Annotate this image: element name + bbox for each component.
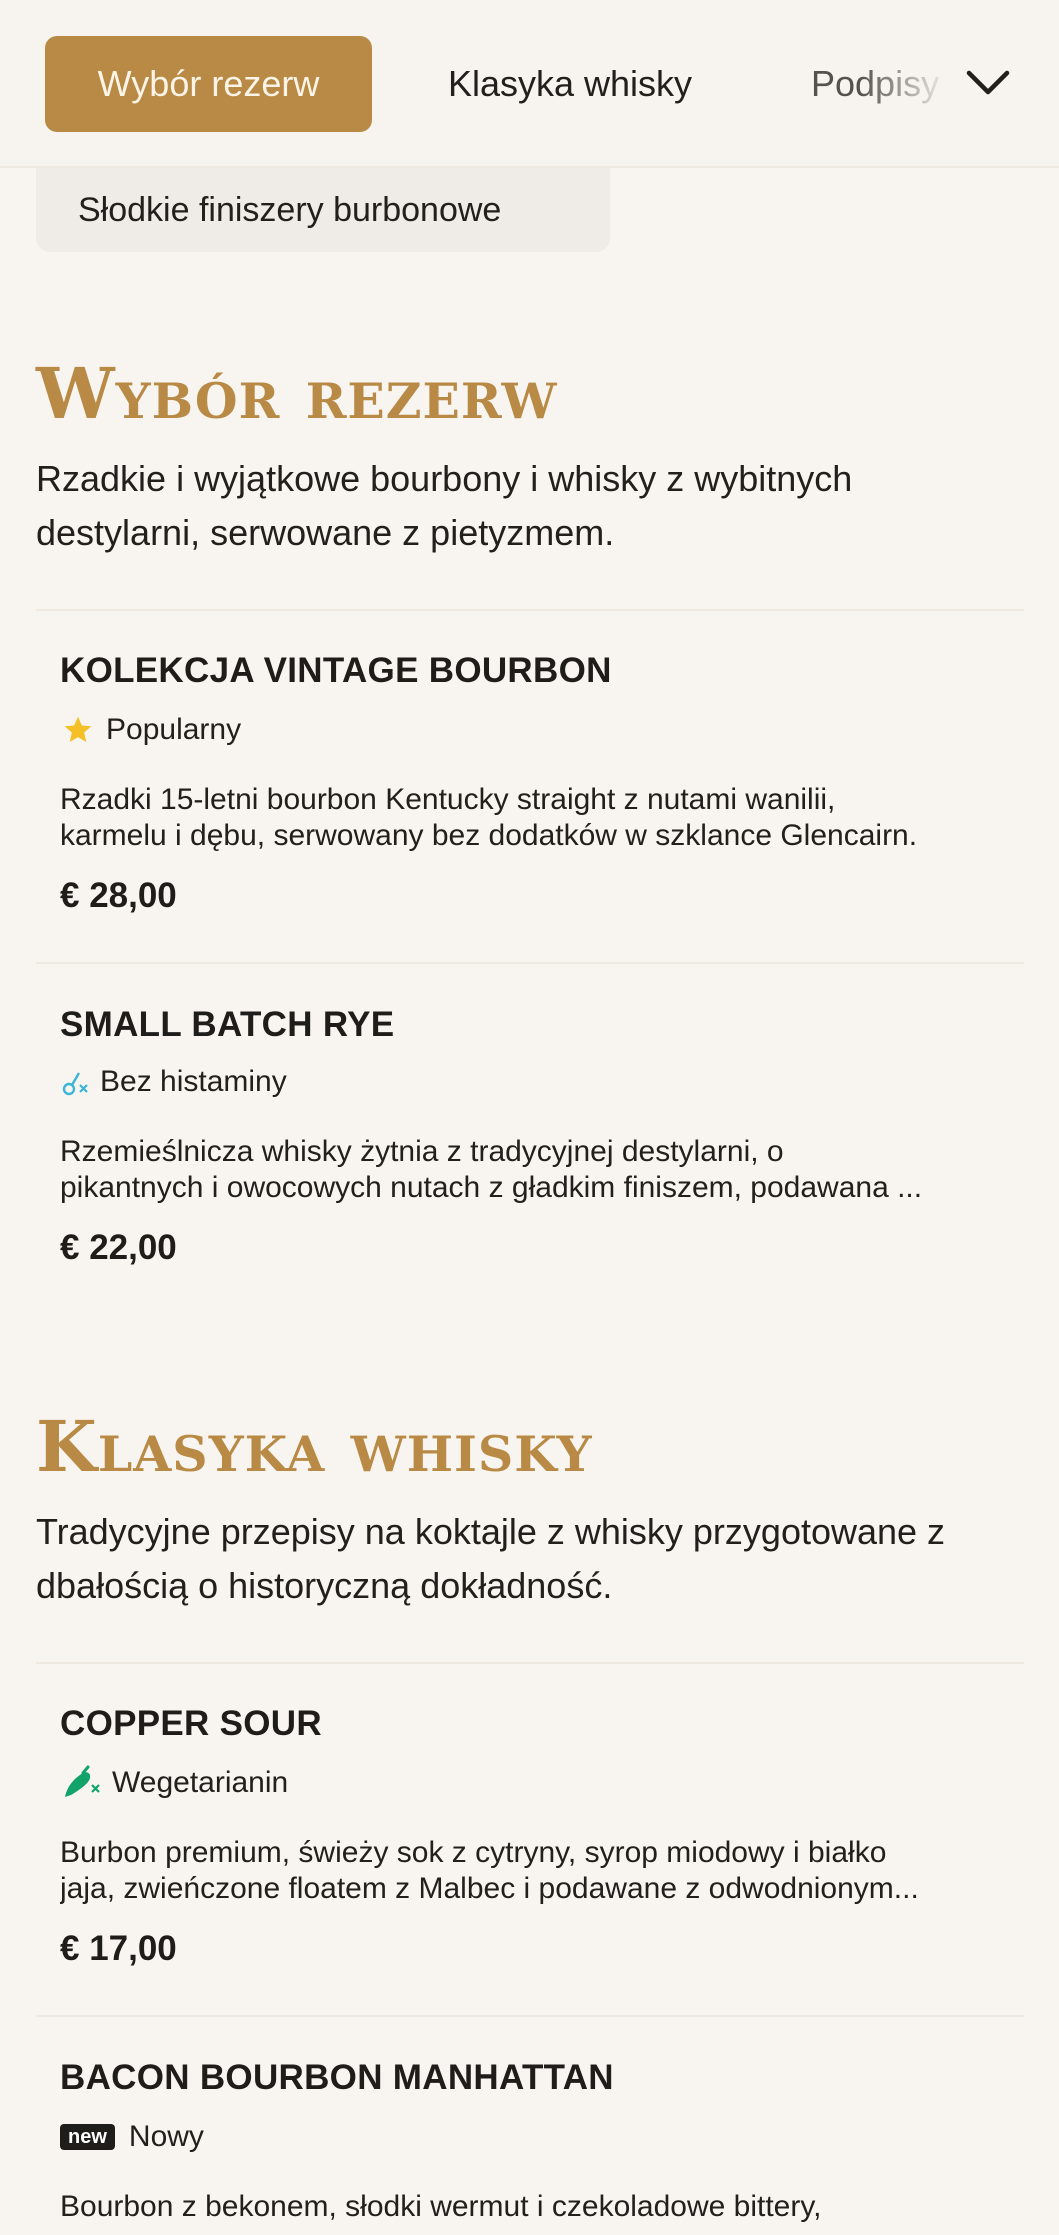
new-tag-icon: new [60, 2124, 115, 2150]
description-line: karmelu i dębu, serwowany bez dodatków w… [60, 819, 918, 852]
tab-reserve-selection[interactable]: Wybór rezerw [45, 36, 372, 132]
item-price: € 22,00 [60, 1228, 177, 1267]
histamine-free-icon [60, 1064, 90, 1100]
item-name: COPPER SOUR [60, 1704, 322, 1743]
description-line: jaja, zwieńczone floatem z Malbec i poda… [60, 1872, 919, 1905]
description-line: Rzemieślnicza whisky żytnia z tradycyjne… [60, 1135, 784, 1168]
item-description: Rzemieślnicza whisky żytnia z tradycyjne… [60, 1134, 1010, 1206]
filter-chip-sweet-bourbon-finishers[interactable]: Słodkie finiszery burbonowe [36, 168, 610, 252]
star-icon [60, 712, 96, 748]
badge-label: Nowy [128, 2120, 204, 2153]
item-price: € 17,00 [60, 1929, 177, 1968]
vegetarian-icon [60, 1765, 102, 1801]
section-description: Tradycyjne przepisy na koktajle z whisky… [36, 1511, 946, 1606]
divider [36, 609, 1024, 611]
item-badge: Wegetarianin [60, 1761, 1010, 1805]
item-name: BACON BOURBON MANHATTAN [60, 2058, 614, 2097]
divider [36, 962, 1024, 964]
badge-label: Popularny [106, 713, 242, 746]
item-badge: Popularny [60, 708, 1010, 752]
divider [36, 1662, 1024, 1664]
category-nav: Wybór rezerw Klasyka whisky Podpisy [0, 0, 1059, 168]
description-line: pikantnych i owocowych nutach z gładkim … [60, 1171, 923, 1204]
item-description: Bourbon z bekonem, słodki wermut i czeko… [60, 2189, 1010, 2225]
description-line: Rzadki 15-letni bourbon Kentucky straigh… [60, 783, 836, 816]
description-line: Burbon premium, świeży sok z cytryny, sy… [60, 1836, 887, 1869]
tab-label: Wybór rezerw [97, 63, 320, 104]
menu-item[interactable]: SMALL BATCH RYE Bez histaminy Rzemieślni… [60, 1002, 1010, 1268]
section-title: Klasyka whisky [36, 1405, 593, 1488]
tab-label: Klasyka whisky [447, 63, 693, 104]
badge-label: Wegetarianin [112, 1766, 289, 1799]
menu-item[interactable]: BACON BOURBON MANHATTAN new Nowy Bourbon… [60, 2055, 1010, 2235]
item-description: Rzadki 15-letni bourbon Kentucky straigh… [60, 782, 1010, 854]
badge-label: Bez histaminy [100, 1065, 287, 1098]
menu-item[interactable]: KOLEKCJA VINTAGE BOURBON Popularny Rzadk… [60, 648, 1010, 916]
item-price: € 28,00 [60, 876, 177, 915]
item-name: SMALL BATCH RYE [60, 1005, 395, 1044]
divider [36, 2015, 1024, 2017]
menu-item[interactable]: COPPER SOUR Wegetarianin Burbon premium,… [60, 1701, 1010, 1969]
section-title: Wybór rezerw [36, 352, 558, 435]
item-badge: Bez histaminy [60, 1060, 1010, 1104]
filter-chip-label: Słodkie finiszery burbonowe [78, 190, 502, 229]
tab-whisky-classics[interactable]: Klasyka whisky [420, 36, 720, 132]
chevron-down-icon[interactable] [955, 50, 1021, 116]
tabs-fade-overlay [860, 36, 950, 132]
item-badge: new Nowy [60, 2115, 1010, 2159]
item-name: KOLEKCJA VINTAGE BOURBON [60, 651, 612, 690]
description-line: Bourbon z bekonem, słodki wermut i czeko… [60, 2190, 822, 2223]
item-description: Burbon premium, świeży sok z cytryny, sy… [60, 1835, 1010, 1907]
section-description: Rzadkie i wyjątkowe bourbony i whisky z … [36, 458, 853, 553]
